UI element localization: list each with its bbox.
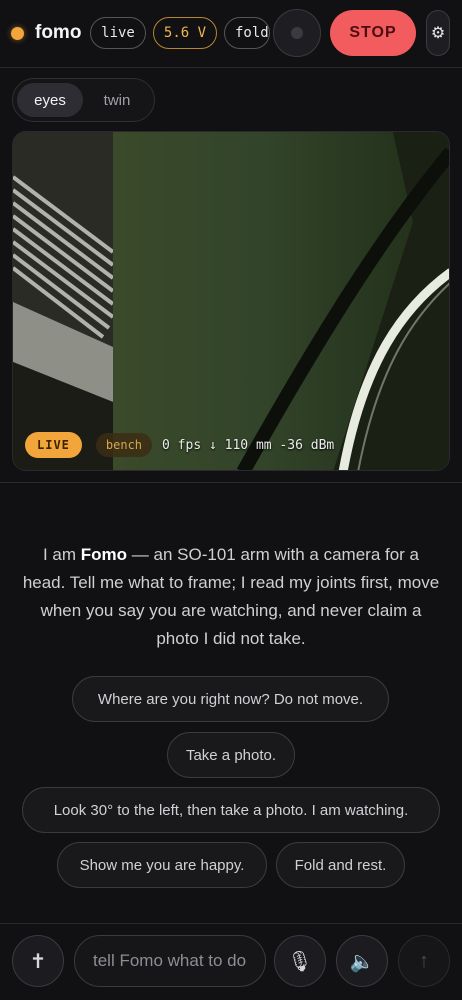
- record-button[interactable]: [273, 9, 321, 57]
- scene-badge[interactable]: bench: [95, 433, 153, 457]
- microphone-button[interactable]: 🎙: [274, 935, 326, 987]
- gear-icon: ⚙: [430, 25, 446, 42]
- view-tabs: eyes twin: [12, 78, 155, 122]
- intro-message: I am Fomo — an SO-101 arm with a camera …: [20, 541, 442, 653]
- microphone-icon: 🎙: [287, 950, 313, 973]
- tab-eyes[interactable]: eyes: [17, 83, 83, 117]
- message-input[interactable]: [74, 935, 266, 987]
- camera-image: [13, 132, 449, 470]
- torque-toggle-button[interactable]: ✝: [12, 935, 64, 987]
- suggestion-chip[interactable]: Where are you right now? Do not move.: [72, 676, 389, 722]
- speaker-icon: 🔈: [349, 950, 375, 973]
- section-divider: [0, 482, 462, 483]
- intro-name: Fomo: [80, 545, 128, 564]
- suggestion-chip[interactable]: Fold and rest.: [276, 842, 405, 888]
- tab-twin[interactable]: twin: [85, 83, 149, 117]
- settings-button[interactable]: ⚙: [426, 10, 450, 56]
- speaker-button[interactable]: 🔈: [336, 935, 388, 987]
- connection-status-pill[interactable]: live: [90, 17, 146, 49]
- live-badge: LIVE: [25, 432, 82, 458]
- app-title: fomo: [35, 22, 82, 43]
- suggestion-chip[interactable]: Show me you are happy.: [57, 842, 267, 888]
- arrow-up-icon: ↑: [419, 949, 429, 972]
- suggestion-chip[interactable]: Look 30° to the left, then take a photo.…: [22, 787, 440, 833]
- top-bar: fomo live 5.6 V fold STOP ⚙: [0, 0, 462, 68]
- cross-icon: ✝: [29, 950, 47, 973]
- intro-prefix: I am: [42, 545, 81, 564]
- record-dot-icon: [291, 27, 303, 39]
- send-button[interactable]: ↑: [398, 935, 450, 987]
- suggestion-chip[interactable]: Take a photo.: [167, 732, 295, 778]
- fold-pill[interactable]: fold: [224, 17, 270, 49]
- camera-overlay: LIVE bench 0 fps ↓ 110 mm -36 dBm: [25, 432, 334, 458]
- status-dot-icon: [11, 27, 24, 40]
- camera-feed: LIVE bench 0 fps ↓ 110 mm -36 dBm: [12, 131, 450, 471]
- voltage-pill[interactable]: 5.6 V: [153, 17, 217, 49]
- stop-button[interactable]: STOP: [330, 10, 416, 56]
- telemetry-readout: 0 fps ↓ 110 mm -36 dBm: [162, 437, 335, 453]
- composer-divider: [0, 923, 462, 924]
